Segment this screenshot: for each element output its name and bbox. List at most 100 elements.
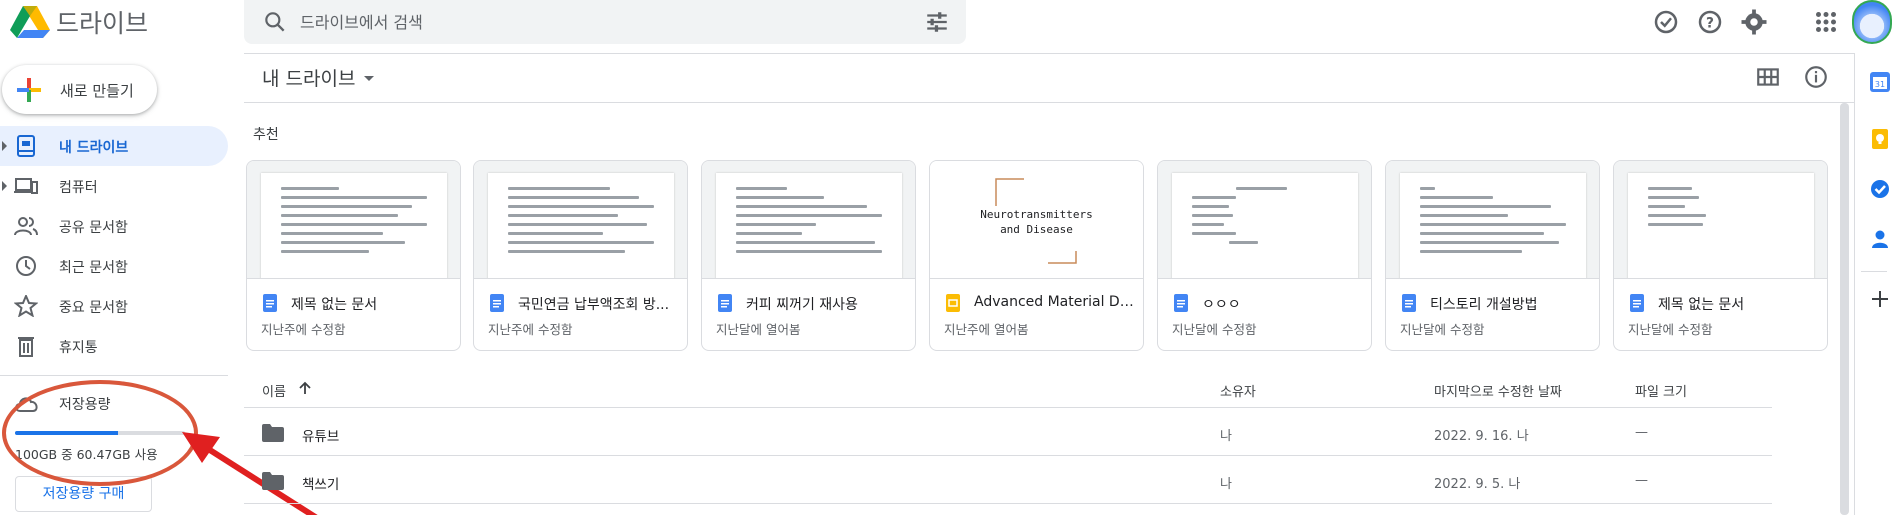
card-title: 커피 찌꺼기 재사용 (746, 297, 858, 313)
search-bar[interactable] (244, 0, 966, 44)
suggested-card[interactable]: 커피 찌꺼기 재사용 지난달에 열어봄 (701, 160, 916, 351)
card-thumbnail (1158, 161, 1371, 279)
expand-arrow-icon[interactable] (2, 181, 7, 191)
contacts-icon[interactable] (1869, 228, 1891, 250)
new-button-label: 새로 만들기 (60, 82, 134, 100)
rail-divider (1861, 271, 1887, 272)
apps-grid-icon[interactable] (1811, 7, 1841, 37)
folder-icon (262, 424, 284, 442)
google-slides-icon (946, 294, 960, 312)
file-owner: 나 (1220, 429, 1232, 444)
document-preview (261, 173, 447, 278)
top-divider (244, 53, 1854, 54)
suggested-card[interactable]: 국민연금 납부액조회 방... 지난주에 수정함 (473, 160, 688, 351)
info-icon[interactable] (1803, 64, 1829, 90)
keep-icon[interactable] (1869, 128, 1891, 150)
file-modified: 2022. 9. 5. 나 (1434, 477, 1521, 492)
search-options-icon[interactable] (924, 9, 950, 35)
suggested-card[interactable]: 제목 없는 문서 지난주에 수정함 (246, 160, 461, 351)
google-docs-icon (1402, 294, 1416, 312)
expand-arrow-icon[interactable] (2, 141, 7, 151)
google-docs-icon (718, 294, 732, 312)
list-divider (244, 455, 1772, 456)
suggested-section-title: 추천 (253, 127, 279, 143)
suggested-card[interactable]: ㅇㅇㅇ 지난달에 수정함 (1157, 160, 1372, 351)
document-preview (1628, 173, 1814, 278)
folder-title[interactable]: 내 드라이브 (262, 64, 355, 91)
card-title: ㅇㅇㅇ (1202, 297, 1241, 313)
annotation-ellipse (2, 380, 198, 486)
document-preview (1400, 173, 1586, 278)
sidebar-item-computers[interactable]: 컴퓨터 (0, 166, 228, 206)
sidebar-divider (0, 375, 228, 376)
file-size: — (1635, 473, 1648, 488)
grid-view-icon[interactable] (1755, 64, 1781, 90)
google-docs-icon (490, 294, 504, 312)
svg-text:31: 31 (1875, 80, 1885, 89)
google-docs-icon (1630, 294, 1644, 312)
file-owner: 나 (1220, 477, 1232, 492)
column-header-size[interactable]: 파일 크기 (1635, 381, 1687, 400)
card-activity: 지난주에 열어봄 (944, 322, 1029, 337)
sidebar-item-label: 컴퓨터 (59, 180, 98, 196)
sort-ascending-arrow-icon[interactable] (297, 380, 313, 396)
sidebar-item-label: 공유 문서함 (59, 220, 128, 236)
column-header-owner[interactable]: 소유자 (1220, 381, 1256, 400)
list-divider (244, 407, 1772, 408)
file-size: — (1635, 425, 1648, 440)
slide-title-line: Neurotransmitters (980, 208, 1093, 221)
google-docs-icon (1174, 294, 1188, 312)
document-preview (1172, 173, 1358, 278)
file-modified: 2022. 9. 16. 나 (1434, 429, 1529, 444)
slide-title-line: and Disease (1000, 223, 1073, 236)
card-thumbnail (1614, 161, 1827, 279)
help-icon[interactable]: ? (1695, 7, 1725, 37)
search-icon[interactable] (262, 9, 288, 35)
folder-menu-caret-icon[interactable] (364, 76, 374, 81)
card-activity: 지난달에 열어봄 (716, 322, 801, 337)
sidebar-item-label: 휴지통 (59, 340, 98, 356)
settings-gear-icon[interactable] (1739, 7, 1769, 37)
sidebar-item-starred[interactable]: 중요 문서함 (0, 286, 228, 326)
app-name[interactable]: 드라이브 (56, 4, 148, 40)
card-title: 국민연금 납부액조회 방... (518, 297, 670, 313)
main-scrollbar[interactable] (1840, 103, 1849, 515)
suggested-card[interactable]: Neurotransmitters and Disease Advanced M… (929, 160, 1144, 351)
sidebar-item-my-drive[interactable]: 내 드라이브 (0, 126, 228, 166)
drive-logo-icon[interactable] (10, 4, 50, 40)
sidebar-item-shared[interactable]: 공유 문서함 (0, 206, 228, 246)
card-activity: 지난달에 수정함 (1172, 322, 1257, 337)
card-activity: 지난달에 수정함 (1400, 322, 1485, 337)
column-header-name[interactable]: 이름 (262, 381, 286, 400)
card-title: Advanced Material Day 7 (974, 294, 1136, 310)
file-name: 책쓰기 (302, 477, 340, 493)
card-title: 제목 없는 문서 (291, 297, 378, 313)
suggested-card[interactable]: 제목 없는 문서 지난달에 수정함 (1613, 160, 1828, 351)
file-name: 유튜브 (302, 429, 340, 445)
shared-people-icon (14, 217, 38, 236)
account-avatar[interactable] (1852, 0, 1892, 44)
calendar-icon[interactable]: 31 (1869, 71, 1891, 93)
new-button[interactable]: 새로 만들기 (2, 65, 157, 114)
folder-icon (262, 472, 284, 490)
card-thumbnail (1386, 161, 1599, 279)
side-panel-rail: 31 (1854, 53, 1892, 515)
suggested-card[interactable]: 티스토리 개설방법 지난달에 수정함 (1385, 160, 1600, 351)
sidebar-item-trash[interactable]: 휴지통 (0, 326, 228, 366)
document-preview (716, 173, 902, 278)
top-bar: 드라이브 ? (0, 0, 1892, 53)
my-drive-icon (17, 135, 35, 157)
card-thumbnail (247, 161, 460, 279)
document-preview (488, 173, 674, 278)
drive-window: 드라이브 ? (0, 0, 1892, 515)
sidebar-item-label: 내 드라이브 (59, 140, 129, 156)
add-addon-plus-icon[interactable] (1869, 288, 1891, 310)
offline-ready-icon[interactable] (1651, 7, 1681, 37)
plus-icon (17, 78, 41, 102)
tasks-icon[interactable] (1869, 178, 1891, 200)
column-header-modified[interactable]: 마지막으로 수정한 날짜 (1434, 381, 1562, 400)
card-title: 티스토리 개설방법 (1430, 297, 1538, 313)
card-thumbnail (702, 161, 915, 279)
search-input[interactable] (300, 0, 880, 44)
sidebar-item-recent[interactable]: 최근 문서함 (0, 246, 228, 286)
